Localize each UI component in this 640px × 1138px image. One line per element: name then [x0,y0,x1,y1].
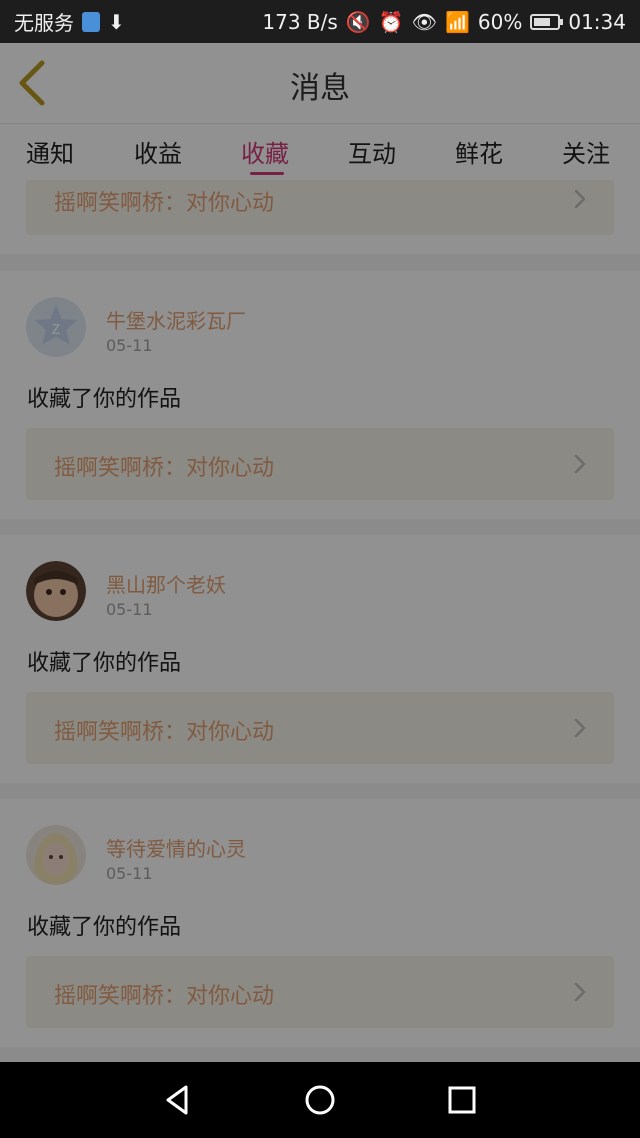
avatar[interactable] [26,825,86,885]
home-circle-icon[interactable] [302,1082,338,1118]
reference-box[interactable]: 摇啊笑啊桥：对你心动 [26,956,614,1028]
username[interactable]: 等待爱情的心灵 [106,833,246,862]
list-item: 摇啊笑啊桥：对你心动 [0,180,640,254]
network-speed: 173 B/s [262,9,338,34]
back-triangle-icon[interactable] [160,1082,196,1118]
clock: 01:34 [568,9,626,34]
system-nav-bar [0,1062,640,1138]
date: 05-11 [106,864,153,883]
download-icon: ⬇ [108,9,125,34]
tab-earnings[interactable]: 收益 [134,134,182,169]
tab-notify[interactable]: 通知 [26,134,74,169]
battery-percent: 60% [477,9,523,34]
reference-text: 摇啊笑啊桥：对你心动 [54,720,275,745]
date: 05-11 [106,336,153,355]
tab-follow[interactable]: 关注 [562,134,610,169]
battery-icon [530,13,564,30]
header: 消息 [0,43,640,124]
tab-favorites[interactable]: 收藏 [241,134,289,169]
status-bar: 无服务 ⬇ 173 B/s 🔇 ⏰ 👁 📶 60% 01:34 [0,0,640,43]
reference-box[interactable]: 摇啊笑啊桥：对你心动 [26,692,614,764]
status-right: 173 B/s 🔇 ⏰ 👁 📶 60% 01:34 [262,10,626,34]
username[interactable]: 黑山那个老妖 [106,569,226,598]
reference-box[interactable]: 摇啊笑啊桥：对你心动 [26,428,614,500]
action-text: 收藏了你的作品 [27,915,182,940]
username[interactable]: 牛堡水泥彩瓦厂 [106,305,246,334]
action-text: 收藏了你的作品 [27,387,182,412]
reference-text: 摇啊笑啊桥：对你心动 [54,456,275,481]
eye-icon: 👁 [411,9,437,34]
avatar[interactable]: z [26,297,86,357]
chevron-right-icon [574,982,586,1002]
recents-square-icon[interactable] [444,1082,480,1118]
action-text: 收藏了你的作品 [27,651,182,676]
reference-text: 摇啊笑啊桥：对你心动 [54,191,275,216]
svg-text:z: z [52,318,61,338]
chevron-right-icon [574,189,586,209]
chevron-right-icon [574,718,586,738]
screen: 无服务 ⬇ 173 B/s 🔇 ⏰ 👁 📶 60% 01:34 消息 通知 收益… [0,0,640,1138]
page-title: 消息 [290,71,350,106]
message-list[interactable]: 摇啊笑啊桥：对你心动 z 牛堡水泥彩瓦厂 05-11 收藏了你的作品 摇啊笑啊桥… [0,180,640,1062]
reference-text: 摇啊笑啊桥：对你心动 [54,984,275,1009]
status-left: 无服务 ⬇ [14,7,125,36]
list-item: z 牛堡水泥彩瓦厂 05-11 收藏了你的作品 摇啊笑啊桥：对你心动 [0,271,640,519]
list-item: 等待爱情的心灵 05-11 收藏了你的作品 摇啊笑啊桥：对你心动 [0,799,640,1047]
avatar[interactable] [26,561,86,621]
active-tab-indicator [250,172,284,175]
date: 05-11 [106,600,153,619]
reference-box[interactable]: 摇啊笑啊桥：对你心动 [26,180,614,235]
shield-icon [82,11,100,32]
tab-bar: 通知 收益 收藏 互动 鲜花 关注 [0,124,640,180]
wifi-icon: 📶 [445,9,470,34]
mute-icon: 🔇 [345,9,371,34]
carrier-text: 无服务 [14,11,74,35]
alarm-icon: ⏰ [378,9,404,34]
tab-interaction[interactable]: 互动 [348,134,396,169]
list-item: 黑山那个老妖 05-11 收藏了你的作品 摇啊笑啊桥：对你心动 [0,535,640,783]
tab-flowers[interactable]: 鲜花 [455,134,503,169]
chevron-right-icon [574,454,586,474]
